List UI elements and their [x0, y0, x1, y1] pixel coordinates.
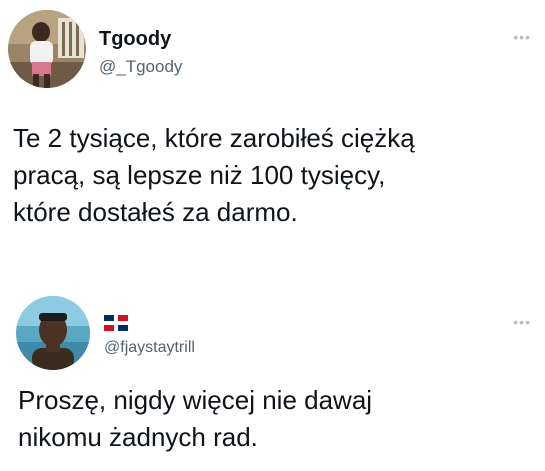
user-handle[interactable]: @_Tgoody: [99, 57, 182, 77]
tweet-card: @fjaystaytrill ••• Proszę, nigdy więcej …: [0, 275, 545, 471]
user-handle[interactable]: @fjaystaytrill: [104, 339, 195, 357]
more-options-icon[interactable]: •••: [513, 30, 531, 44]
user-avatar-photo-icon: [16, 296, 90, 370]
tweet-text-line: nikomu żadnych rad.: [18, 422, 258, 452]
avatar[interactable]: [8, 10, 86, 88]
tweet-text: Proszę, nigdy więcej nie dawaj nikomu ża…: [18, 382, 538, 456]
dominican-republic-flag-icon: [104, 315, 128, 331]
tweet-text-line: Proszę, nigdy więcej nie dawaj: [18, 385, 373, 415]
avatar[interactable]: [16, 296, 90, 370]
tweet-text-line: Te 2 tysiące, które zarobiłeś ciężką: [13, 123, 415, 153]
tweet-text: Te 2 tysiące, które zarobiłeś ciężką pra…: [13, 120, 538, 231]
tweet-text-line: pracą, są lepsze niż 100 tysięcy,: [13, 160, 386, 190]
tweet-text-line: które dostałeś za darmo.: [13, 197, 298, 227]
display-name[interactable]: Tgoody: [99, 28, 171, 51]
user-avatar-photo-icon: [8, 10, 86, 88]
tweet-card: Tgoody @_Tgoody ••• Te 2 tysiące, które …: [0, 0, 545, 275]
more-options-icon[interactable]: •••: [513, 315, 531, 329]
